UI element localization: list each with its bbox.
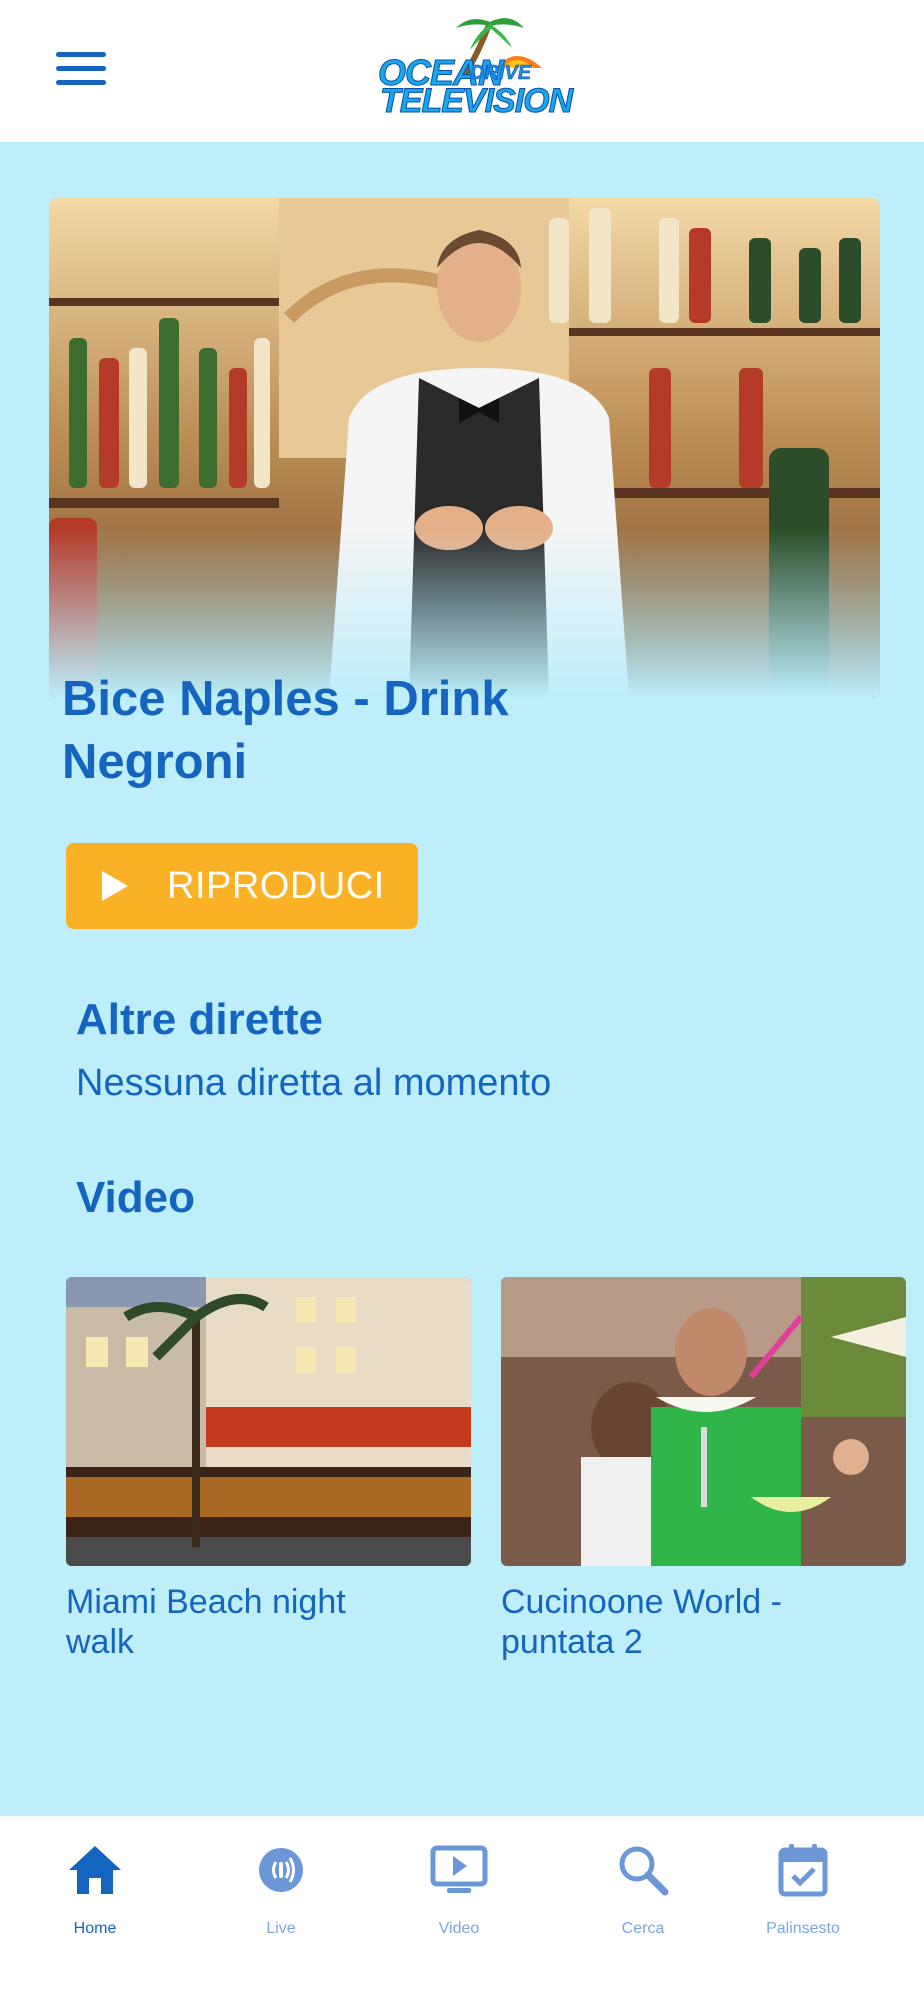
home-icon bbox=[69, 1846, 121, 1894]
video-thumbnail bbox=[501, 1277, 906, 1566]
nav-label-home: Home bbox=[73, 1920, 117, 1937]
nav-item-live[interactable]: Live bbox=[206, 1816, 356, 1946]
live-icon bbox=[259, 1848, 303, 1892]
play-icon bbox=[102, 871, 128, 901]
hero-video-thumbnail[interactable] bbox=[49, 198, 880, 698]
live-section-title: Altre dirette bbox=[76, 995, 323, 1044]
play-button[interactable]: RIPRODUCI bbox=[66, 843, 418, 929]
nav-item-home[interactable]: Home bbox=[20, 1816, 170, 1946]
nav-label-search: Cerca bbox=[621, 1920, 665, 1937]
nav-label-live: Live bbox=[266, 1920, 296, 1937]
top-app-bar: OCEAN DRIVE TELEVISION bbox=[0, 0, 924, 142]
video-card[interactable]: Cucinoone World - puntata 2 bbox=[501, 1277, 906, 1662]
hero-title: Bice Naples - Drink Negroni bbox=[62, 672, 509, 789]
live-empty-text: Nessuna diretta al momento bbox=[76, 1062, 552, 1104]
play-button-label: RIPRODUCI bbox=[167, 865, 385, 907]
bottom-navigation: Home Live Video Cerca Palinsesto bbox=[0, 1816, 924, 2000]
video-section-title: Video bbox=[76, 1173, 196, 1222]
video-card[interactable]: Miami Beach night walk bbox=[66, 1277, 471, 1662]
nav-label-schedule: Palinsesto bbox=[766, 1920, 840, 1937]
nav-item-search[interactable]: Cerca bbox=[568, 1816, 718, 1946]
menu-icon[interactable] bbox=[56, 52, 106, 92]
nav-label-video: Video bbox=[438, 1920, 480, 1937]
video-card-title: Miami Beach night walk bbox=[66, 1583, 346, 1661]
search-icon bbox=[619, 1846, 669, 1896]
calendar-icon bbox=[778, 1844, 828, 1897]
video-card-title: Cucinoone World - puntata 2 bbox=[501, 1583, 782, 1661]
video-icon bbox=[430, 1845, 488, 1893]
nav-item-schedule[interactable]: Palinsesto bbox=[728, 1816, 878, 1946]
video-thumbnail bbox=[66, 1277, 471, 1566]
app-logo[interactable]: OCEAN DRIVE TELEVISION bbox=[377, 14, 574, 126]
logo-text-television: TELEVISION bbox=[379, 82, 573, 121]
nav-item-video[interactable]: Video bbox=[384, 1816, 534, 1946]
